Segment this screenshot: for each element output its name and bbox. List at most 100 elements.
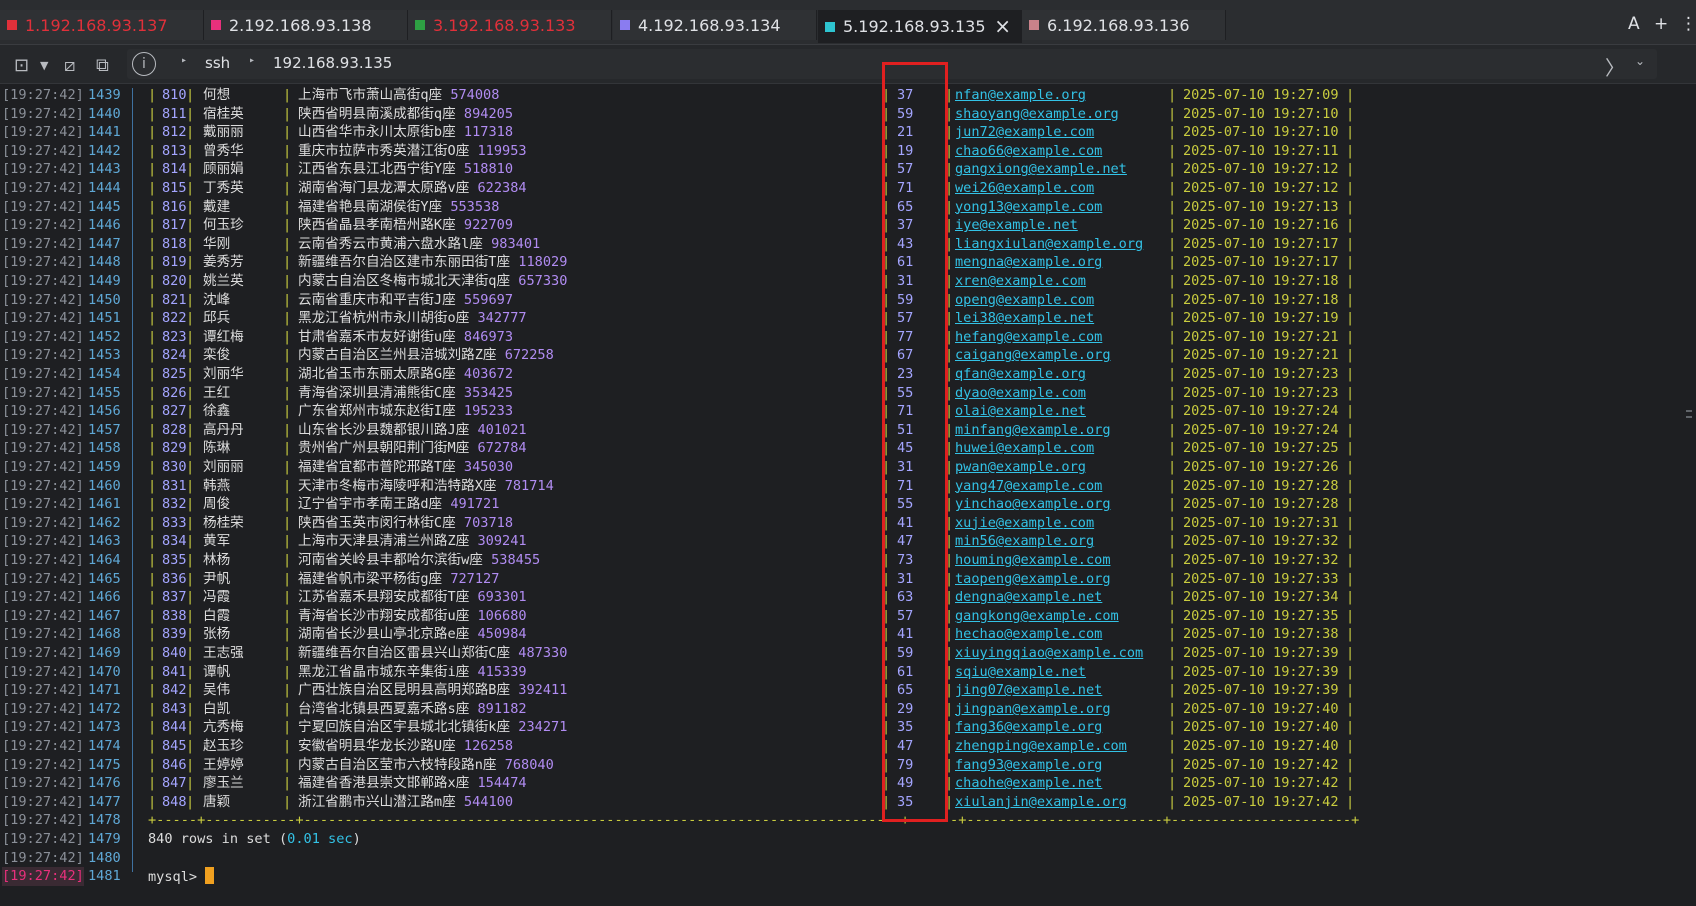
cell-email-link[interactable]: jun72@example.com [955, 123, 1094, 142]
cell-email-link[interactable]: gangxiong@example.net [955, 160, 1127, 179]
cell-email-link[interactable]: nfan@example.org [955, 86, 1086, 105]
timestamp: [19:27:42] [2, 607, 84, 624]
column-separator: | [1346, 793, 1355, 810]
disconnect-icon[interactable]: ⧄ [64, 55, 75, 76]
cell-address: 台湾省北镇县西夏嘉禾路s座 891182 [298, 700, 527, 719]
column-separator: | [186, 328, 195, 345]
cell-email-link[interactable]: xiulanjin@example.org [955, 793, 1127, 812]
cell-name: 韩燕 [203, 477, 231, 494]
tab-1[interactable]: 1.192.168.93.137 [0, 10, 204, 40]
column-separator: | [186, 217, 195, 234]
postal-code: 353425 [463, 384, 514, 401]
column-separator: | [148, 700, 157, 717]
scrollbar-marker[interactable] [1686, 416, 1692, 418]
cell-email-link[interactable]: shaoyang@example.org [955, 105, 1119, 124]
tab-label: 3.192.168.93.133 [433, 15, 576, 35]
address-text: 新疆维吾尔自治区雷县兴山郑街C座 [298, 645, 511, 661]
column-separator: | [148, 663, 157, 680]
toolbar: ⊡ ▼ ⧄ ⧉ i ▸ ssh ▸ 192.168.93.135 〉 ⌄ [0, 45, 1696, 84]
column-separator: | [148, 124, 157, 141]
terminal[interactable]: [19:27:42] 1439 | | | | | | | 810 何想 上海市飞市萧山高街q座 57… [0, 86, 1690, 906]
cell-email-link[interactable]: fang36@example.org [955, 718, 1102, 737]
cell-email-link[interactable]: zhengping@example.com [955, 737, 1127, 756]
line-number: 1480 [88, 849, 121, 866]
font-button[interactable]: A [1628, 14, 1640, 34]
column-separator: | [148, 198, 157, 215]
cell-email-link[interactable]: dyao@example.com [955, 384, 1086, 403]
column-separator: | [186, 775, 195, 792]
add-tab-button[interactable]: + [1654, 14, 1668, 34]
cell-email-link[interactable]: jing07@example.net [955, 681, 1102, 700]
timestamp: [19:27:42] [2, 849, 84, 866]
column-separator: | [283, 700, 292, 717]
info-icon[interactable]: i [132, 52, 156, 76]
close-tab-icon[interactable]: × [994, 14, 1011, 38]
column-separator: | [283, 570, 292, 587]
cell-email-link[interactable]: mengna@example.org [955, 253, 1102, 272]
column-separator: | [283, 161, 292, 178]
timestamp: [19:27:42] [2, 124, 84, 141]
cell-email-link[interactable]: fang93@example.org [955, 756, 1102, 775]
cell-email-link[interactable]: chaohe@example.net [955, 774, 1102, 793]
tab-6[interactable]: 6.192.168.93.136 [1022, 10, 1226, 40]
cell-email-link[interactable]: jingpan@example.org [955, 700, 1111, 719]
cell-email-link[interactable]: lei38@example.net [955, 309, 1094, 328]
column-separator: | [1168, 180, 1177, 196]
cell-email-link[interactable]: yinchao@example.org [955, 495, 1111, 514]
forward-icon[interactable]: 〉 [1605, 52, 1625, 81]
scrollbar-marker[interactable] [1686, 410, 1692, 412]
cell-email-link[interactable]: olai@example.net [955, 402, 1086, 421]
cell-id: 831 [162, 477, 187, 494]
column-separator: | [283, 756, 292, 773]
column-separator: | [1346, 254, 1355, 271]
tab-5[interactable]: 5.192.168.93.135 × [818, 10, 1022, 43]
cell-email-link[interactable]: chao66@example.com [955, 142, 1102, 161]
cell-email-link[interactable]: taopeng@example.org [955, 570, 1111, 589]
postal-code: 126258 [463, 738, 514, 754]
mysql-prompt[interactable]: mysql> [148, 867, 215, 887]
cell-address: 广西壮族自治区昆明县高明郑路B座 392411 [298, 681, 567, 700]
cell-email-link[interactable]: xujie@example.com [955, 514, 1094, 533]
tab-4[interactable]: 4.192.168.93.134 [613, 10, 817, 40]
cell-created-at: 2025-07-10 19:27:17 [1183, 254, 1339, 271]
cell-email-link[interactable]: xren@example.com [955, 272, 1086, 291]
tab-3[interactable]: 3.192.168.93.133 [408, 10, 612, 40]
column-separator: | [186, 105, 195, 122]
more-menu-button[interactable]: ⋮ [1680, 14, 1696, 34]
chevron-down-icon[interactable]: ▼ [40, 59, 48, 72]
cell-email-link[interactable]: caigang@example.org [955, 346, 1111, 365]
cell-email-link[interactable]: qfan@example.org [955, 365, 1086, 384]
cell-name: 华刚 [203, 235, 231, 252]
cell-email-link[interactable]: houming@example.com [955, 551, 1111, 570]
cell-email-link[interactable]: huwei@example.com [955, 439, 1094, 458]
timestamp: [19:27:42] [2, 682, 84, 699]
cell-email-link[interactable]: openg@example.com [955, 291, 1094, 310]
cell-email-link[interactable]: sqiu@example.net [955, 663, 1086, 682]
cell-email-link[interactable]: gangkong@example.com [955, 607, 1119, 626]
cell-email-link[interactable]: dengna@example.net [955, 588, 1102, 607]
cell-id: 821 [162, 291, 187, 308]
cell-email-link[interactable]: yang47@example.com [955, 477, 1102, 496]
cell-email-link[interactable]: liangxiulan@example.org [955, 235, 1143, 254]
dropdown-icon[interactable]: ⌄ [1635, 54, 1645, 68]
duplicate-icon[interactable]: ⧉ [96, 55, 109, 76]
cell-email-link[interactable]: hefang@example.com [955, 328, 1102, 347]
column-separator: | [186, 384, 195, 401]
cell-email-link[interactable]: min56@example.org [955, 532, 1094, 551]
new-window-icon[interactable]: ⊡ [14, 55, 29, 76]
cell-address: 广东省郑州市城东赵街I座 195233 [298, 402, 513, 421]
line-number: 1456 [88, 403, 121, 420]
tab-2[interactable]: 2.192.168.93.138 [204, 10, 408, 40]
cell-created-at: 2025-07-10 19:27:09 [1183, 87, 1339, 103]
table-row: [19:27:42] 1446 | | | | | | | 817 何玉珍 陕西省晶县孝南梧州路K座 … [0, 216, 1690, 235]
cell-email-link[interactable]: yong13@example.com [955, 198, 1102, 217]
cell-email-link[interactable]: iye@example.net [955, 216, 1078, 235]
cell-email-link[interactable]: wei26@example.com [955, 179, 1094, 198]
cell-email-link[interactable]: pwan@example.org [955, 458, 1086, 477]
cell-email-link[interactable]: minfang@example.org [955, 421, 1111, 440]
cell-id: 814 [162, 161, 187, 178]
cell-email-link[interactable]: hechao@example.com [955, 625, 1102, 644]
column-separator: | [1346, 663, 1355, 680]
cell-email-link[interactable]: xiuyingqiao@example.com [955, 644, 1143, 663]
timestamp: [19:27:42] [2, 347, 84, 364]
